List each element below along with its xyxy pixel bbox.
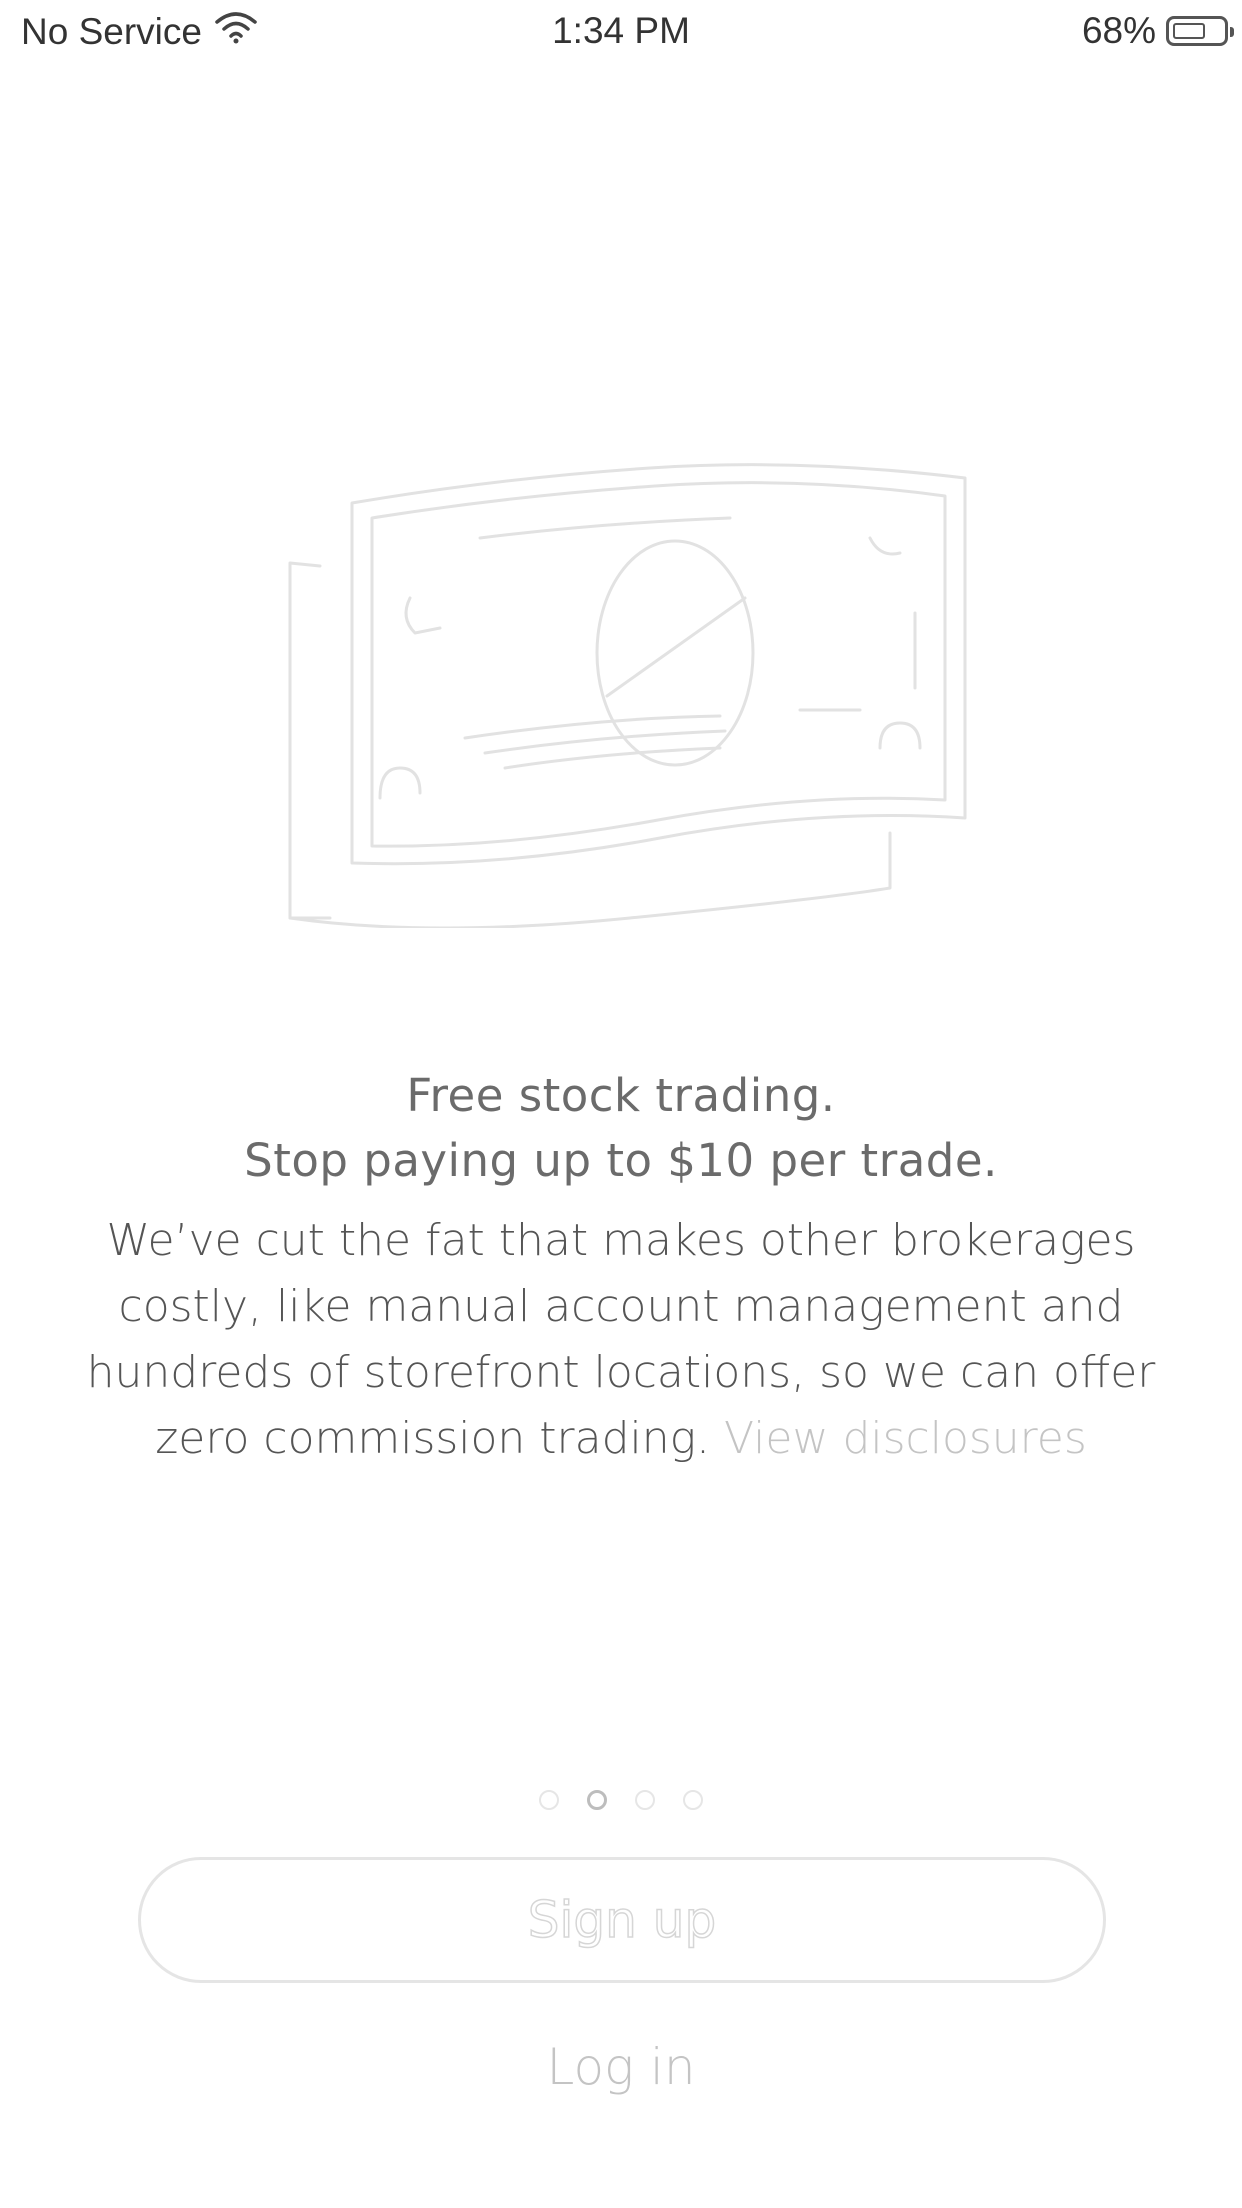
page-dot-4[interactable] xyxy=(683,1790,703,1810)
status-bar: No Service 1:34 PM 68% xyxy=(0,0,1242,64)
view-disclosures-link[interactable]: View disclosures xyxy=(724,1413,1087,1464)
page-dot-3[interactable] xyxy=(635,1790,655,1810)
sign-up-button[interactable]: Sign up xyxy=(138,1857,1106,1983)
page-indicator xyxy=(0,1790,1242,1810)
battery-percent: 68% xyxy=(1081,10,1156,51)
page-dot-1[interactable] xyxy=(539,1790,559,1810)
battery-icon xyxy=(1166,16,1234,46)
body-text: We’ve cut the fat that makes other broke… xyxy=(60,1208,1182,1472)
status-time: 1:34 PM xyxy=(552,10,690,51)
headline-line-2: Stop paying up to $10 per trade. xyxy=(244,1134,998,1187)
page-dot-2-active[interactable] xyxy=(587,1790,607,1810)
status-right: 68% xyxy=(1081,10,1234,52)
headline-line-1: Free stock trading. xyxy=(406,1069,836,1122)
sign-up-label: Sign up xyxy=(527,1890,717,1950)
log-in-button[interactable]: Log in xyxy=(0,2038,1242,2096)
dollar-bill-icon xyxy=(280,448,980,930)
